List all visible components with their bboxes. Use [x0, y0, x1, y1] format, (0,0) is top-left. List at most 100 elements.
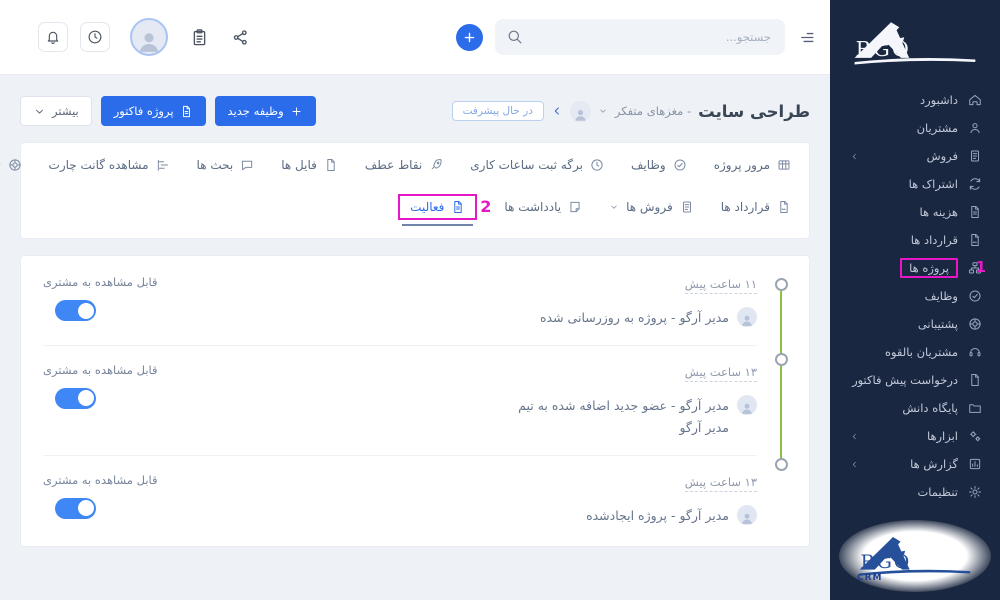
report-icon	[968, 457, 982, 471]
tab-gantt-chart[interactable]: مشاهده گانت چارت	[49, 158, 170, 172]
new-task-button[interactable]: وظیفه جدید	[215, 96, 316, 126]
sidebar-item-label: تنظیمات	[917, 485, 958, 499]
project-tabs-card: مرور پروژه وظایف برگه ثبت ساعات کاری نقا…	[20, 142, 810, 239]
tab-notes[interactable]: یادداشت ها	[504, 200, 582, 214]
argo-logo-top	[830, 0, 1000, 86]
chevron-down-icon[interactable]	[598, 106, 608, 116]
more-button[interactable]: بیشتر	[20, 96, 92, 126]
person-icon	[740, 401, 754, 415]
grid-icon	[777, 158, 791, 172]
argo-logo-bottom: CRM	[830, 520, 1000, 592]
topbar	[0, 0, 830, 75]
sidebar-item-dashboard[interactable]: داشبورد	[830, 86, 1000, 114]
sidebar-item-label: هزینه ها	[920, 205, 958, 219]
tab-project-overview[interactable]: مرور پروژه	[714, 158, 791, 172]
chevron-left-icon	[850, 152, 859, 161]
tab-tickets[interactable]: تیکت ها	[0, 158, 22, 172]
project-invoice-label: پروژه فاکتور	[114, 104, 174, 118]
sidebar-item-knowledge-base[interactable]: پایگاه دانش	[830, 394, 1000, 422]
sidebar-item-projects[interactable]: پروژه ها1	[830, 254, 1000, 282]
chevron-left-icon	[850, 460, 859, 469]
gear-icon	[968, 485, 982, 499]
main-content: طراحی سایت - مغزهای متفکر در حال پیشرفت …	[0, 75, 830, 600]
tab-label: یادداشت ها	[504, 200, 561, 214]
entry-avatar	[737, 505, 757, 525]
tab-activity[interactable]: فعالیت 2	[398, 194, 477, 220]
sidebar-item-label: ابزارها	[927, 429, 958, 443]
activity-entry: ۱۳ ساعت پیش مدیر آرگو - عضو جدید اضافه ش…	[43, 346, 757, 456]
activity-card: ۱۱ ساعت پیش مدیر آرگو - پروژه به روزرسان…	[20, 255, 810, 547]
file-icon	[968, 373, 982, 387]
tab-label: فعالیت	[410, 200, 444, 214]
entry-time: ۱۱ ساعت پیش	[685, 277, 757, 294]
person-icon	[136, 28, 162, 54]
tab-discussions[interactable]: بحث ها	[197, 158, 255, 172]
sidebar-item-customers[interactable]: مشتریان	[830, 114, 1000, 142]
tab-tasks[interactable]: وظایف	[631, 158, 687, 172]
breadcrumb: طراحی سایت - مغزهای متفکر در حال پیشرفت	[452, 101, 810, 122]
visibility-label: قابل مشاهده به مشتری	[43, 275, 158, 289]
annotation-step-2: 2	[480, 197, 491, 216]
sidebar-item-settings[interactable]: تنظیمات	[830, 478, 1000, 506]
clock-icon	[87, 29, 103, 45]
lifebuoy-icon	[8, 158, 22, 172]
sidebar-item-tools[interactable]: ابزارها	[830, 422, 1000, 450]
sidebar-item-estimate-request[interactable]: درخواست پیش فاکتور	[830, 366, 1000, 394]
sidebar-item-contracts[interactable]: قرارداد ها	[830, 226, 1000, 254]
sidebar-item-label: فروش	[927, 149, 958, 163]
sidebar-item-expenses[interactable]: هزینه ها	[830, 198, 1000, 226]
plus-icon	[290, 105, 303, 118]
file-contract-icon	[777, 200, 791, 214]
sidebar-item-tasks[interactable]: وظایف	[830, 282, 1000, 310]
note-icon	[568, 200, 582, 214]
sidebar-item-subscriptions[interactable]: اشتراک ها	[830, 170, 1000, 198]
sidebar-item-sales[interactable]: فروش	[830, 142, 1000, 170]
project-member-avatar[interactable]	[570, 101, 591, 122]
status-badge: در حال پیشرفت	[452, 101, 544, 121]
share-icon[interactable]	[231, 28, 250, 47]
clipboard-icon[interactable]	[190, 28, 209, 47]
sidebar-item-label: درخواست پیش فاکتور	[852, 373, 958, 387]
project-invoice-button[interactable]: پروژه فاکتور	[101, 96, 206, 126]
user-avatar[interactable]	[130, 18, 168, 56]
file-contract-icon	[968, 233, 982, 247]
check-circle-icon	[968, 289, 982, 303]
crm-label: CRM	[857, 573, 883, 583]
annotation-box-projects: پروژه ها	[900, 258, 958, 278]
more-label: بیشتر	[52, 104, 79, 118]
check-circle-icon	[673, 158, 687, 172]
entry-text: مدیر آرگو - پروژه ایجادشده	[586, 505, 729, 527]
notifications-button[interactable]	[38, 22, 68, 52]
chevron-left-icon	[850, 432, 859, 441]
sidebar-item-label: مشتریان بالقوه	[885, 345, 958, 359]
page-header: طراحی سایت - مغزهای متفکر در حال پیشرفت …	[20, 95, 810, 127]
search-input[interactable]	[495, 19, 785, 55]
header-buttons: وظیفه جدید پروژه فاکتور بیشتر	[20, 96, 316, 126]
tab-sales[interactable]: فروش ها	[609, 200, 694, 214]
tab-label: فروش ها	[626, 200, 673, 214]
history-button[interactable]	[80, 22, 110, 52]
quick-add-button[interactable]	[456, 24, 483, 51]
tab-contracts[interactable]: قرارداد ها	[721, 200, 791, 214]
tab-label: مشاهده گانت چارت	[49, 158, 149, 172]
person-icon	[740, 511, 754, 525]
sidebar-item-support[interactable]: پشتیبانی	[830, 310, 1000, 338]
chat-icon	[240, 158, 254, 172]
activity-entry: ۱۳ ساعت پیش مدیر آرگو - پروژه ایجادشده ق…	[43, 456, 757, 543]
rocket-icon	[429, 158, 443, 172]
sidebar-item-label: اشتراک ها	[909, 177, 958, 191]
sidebar-item-leads[interactable]: مشتریان بالقوه	[830, 338, 1000, 366]
tab-timesheet[interactable]: برگه ثبت ساعات کاری	[470, 158, 604, 172]
tab-milestones[interactable]: نقاط عطف	[365, 158, 443, 172]
page-subtitle: - مغزهای متفکر	[615, 104, 691, 118]
visible-to-customer-toggle[interactable]	[55, 300, 96, 321]
sidebar-item-reports[interactable]: گزارش ها	[830, 450, 1000, 478]
tab-files[interactable]: فایل ها	[281, 158, 338, 172]
entry-avatar	[737, 307, 757, 327]
sidebar-toggle-icon[interactable]	[797, 28, 816, 47]
plus-icon	[462, 30, 477, 45]
entry-main: ۱۳ ساعت پیش مدیر آرگو - پروژه ایجادشده	[221, 471, 757, 527]
sidebar-item-label: پشتیبانی	[918, 317, 958, 331]
visible-to-customer-toggle[interactable]	[55, 498, 96, 519]
visible-to-customer-toggle[interactable]	[55, 388, 96, 409]
